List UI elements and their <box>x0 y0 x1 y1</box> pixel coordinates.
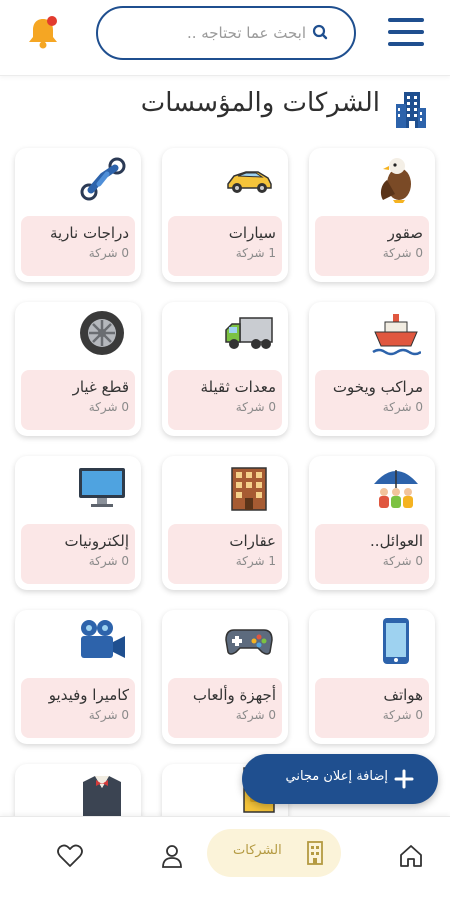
category-info: إلكترونيات 0 شركة <box>21 524 135 584</box>
gamepad-icon <box>225 629 273 655</box>
category-name: قطع غيار <box>72 378 129 396</box>
company-count: 0 شركة <box>88 708 129 722</box>
category-info: قطع غيار 0 شركة <box>21 370 135 430</box>
nav-companies-label: الشركات <box>233 843 282 858</box>
category-info: مراكب ويخوت 0 شركة <box>315 370 429 430</box>
tuxedo-icon <box>83 776 121 816</box>
category-info: عقارات 1 شركة <box>168 524 282 584</box>
category-info: هواتف 0 شركة <box>315 678 429 738</box>
profile-icon[interactable] <box>160 843 184 869</box>
add-free-ad-label: إضافة إعلان مجاني <box>285 769 388 784</box>
category-info: دراجات نارية 0 شركة <box>21 216 135 276</box>
top-bar <box>0 0 450 76</box>
company-count: 0 شركة <box>235 400 276 414</box>
category-name: عقارات <box>229 532 276 550</box>
video-camera-icon <box>81 620 125 658</box>
company-count: 0 شركة <box>382 708 423 722</box>
category-info: أجهزة وألعاب 0 شركة <box>168 678 282 738</box>
category-name: معدات ثقيلة <box>200 378 277 396</box>
category-info: صقور 0 شركة <box>315 216 429 276</box>
category-card-phones[interactable]: هواتف 0 شركة <box>309 610 435 744</box>
search-bar[interactable] <box>96 6 356 60</box>
truck-icon <box>225 317 273 349</box>
company-count: 0 شركة <box>88 246 129 260</box>
company-count: 1 شركة <box>235 246 276 260</box>
page-title: الشركات والمؤسسات <box>140 88 380 118</box>
category-card-real-estate[interactable]: عقارات 1 شركة <box>162 456 288 590</box>
category-card-families[interactable]: العوائل.. 0 شركة <box>309 456 435 590</box>
category-name: أجهزة وألعاب <box>192 686 276 704</box>
company-count: 1 شركة <box>235 554 276 568</box>
category-name: صقور <box>387 224 423 242</box>
favorites-heart-icon[interactable] <box>56 843 84 869</box>
search-icon[interactable] <box>310 23 330 43</box>
companies-building-icon <box>396 92 426 128</box>
family-umbrella-icon <box>374 470 418 508</box>
hamburger-menu-icon[interactable] <box>386 14 426 50</box>
category-card-devices-games[interactable]: أجهزة وألعاب 0 شركة <box>162 610 288 744</box>
car-icon <box>227 171 272 193</box>
company-count: 0 شركة <box>235 708 276 722</box>
category-info: العوائل.. 0 شركة <box>315 524 429 584</box>
monitor-icon <box>79 468 125 507</box>
add-free-ad-button[interactable]: إضافة إعلان مجاني <box>242 754 438 804</box>
phone-icon <box>383 618 409 664</box>
building-icon <box>231 467 267 511</box>
category-name: هواتف <box>383 686 423 704</box>
category-name: مراكب ويخوت <box>332 378 423 396</box>
category-name: كاميرا وفيديو <box>48 686 129 704</box>
category-card-spare-parts[interactable]: قطع غيار 0 شركة <box>15 302 141 436</box>
home-icon[interactable] <box>398 843 424 869</box>
category-name: إلكترونيات <box>64 532 129 550</box>
category-card-electronics[interactable]: إلكترونيات 0 شركة <box>15 456 141 590</box>
category-card-camera-video[interactable]: كاميرا وفيديو 0 شركة <box>15 610 141 744</box>
category-info: كاميرا وفيديو 0 شركة <box>21 678 135 738</box>
company-count: 0 شركة <box>88 554 129 568</box>
category-card-boats[interactable]: مراكب ويخوت 0 شركة <box>309 302 435 436</box>
ship-icon <box>372 314 421 356</box>
category-info: سيارات 1 شركة <box>168 216 282 276</box>
category-name: دراجات نارية <box>49 224 129 242</box>
category-card-heavy-equipment[interactable]: معدات ثقيلة 0 شركة <box>162 302 288 436</box>
category-name: العوائل.. <box>370 532 423 550</box>
nav-item-companies[interactable]: الشركات <box>207 829 341 877</box>
company-count: 0 شركة <box>382 554 423 568</box>
company-count: 0 شركة <box>382 400 423 414</box>
category-name: سيارات <box>228 224 276 242</box>
search-input[interactable] <box>116 20 306 46</box>
company-count: 0 شركة <box>88 400 129 414</box>
section-header: الشركات والمؤسسات <box>0 86 450 130</box>
company-count: 0 شركة <box>382 246 423 260</box>
plus-icon <box>394 769 414 789</box>
motorcycle-icon <box>80 157 126 201</box>
companies-building-icon <box>307 841 323 865</box>
category-card-falcons[interactable]: صقور 0 شركة <box>309 148 435 282</box>
bottom-navigation: الشركات <box>0 816 450 900</box>
category-card-motorcycles[interactable]: دراجات نارية 0 شركة <box>15 148 141 282</box>
tire-icon <box>80 311 124 355</box>
category-card-cars[interactable]: سيارات 1 شركة <box>162 148 288 282</box>
category-info: معدات ثقيلة 0 شركة <box>168 370 282 430</box>
falcon-icon <box>380 158 411 203</box>
notification-bell-icon[interactable] <box>26 14 60 50</box>
